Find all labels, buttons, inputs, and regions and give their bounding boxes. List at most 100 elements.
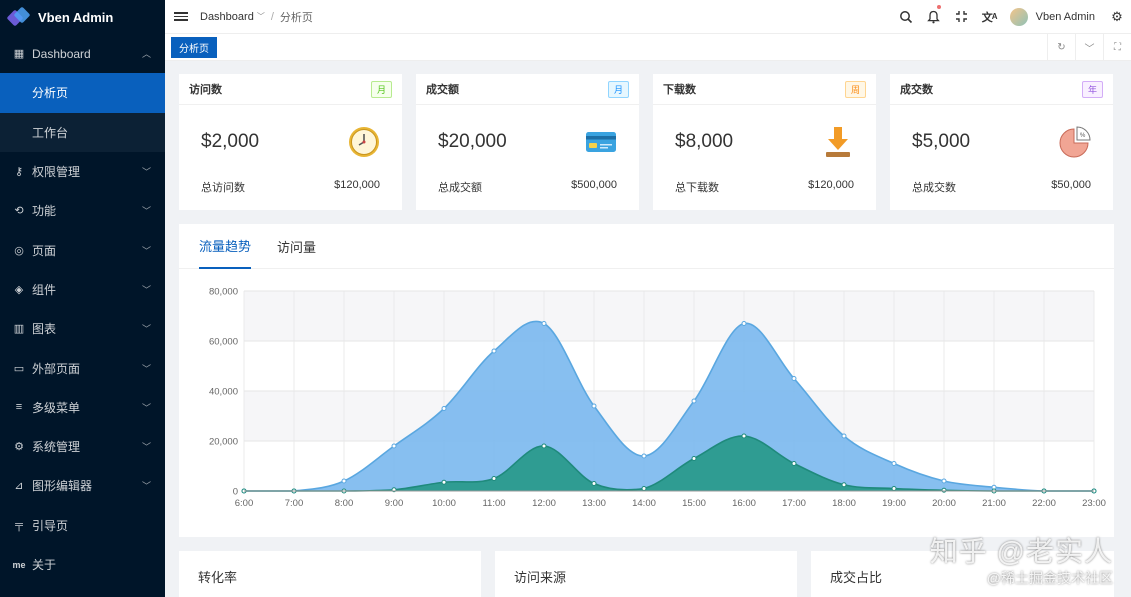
x-tick-label: 6:00	[235, 498, 254, 509]
download-icon	[822, 126, 854, 158]
sidebar-item-component[interactable]: ◈ 组件 ﹀	[0, 270, 165, 309]
sidebar-item-about[interactable]: me 关于	[0, 545, 165, 584]
data-point	[791, 461, 797, 466]
sidebar-item-system[interactable]: ⚙ 系统管理 ﹀	[0, 427, 165, 466]
sidebar-item-label: 引导页	[32, 518, 69, 533]
data-point	[741, 433, 747, 439]
card-foot-label: 总下载数	[675, 182, 719, 194]
me-icon: me	[12, 559, 26, 570]
translate-icon[interactable]: 文A	[976, 0, 1004, 34]
sidebar-item-label: 图形编辑器	[32, 479, 93, 494]
stat-card-downloads: 下载数 周 $8,000 总下载数 $120,000	[653, 74, 876, 210]
data-point	[541, 443, 547, 449]
sidebar-item-label: 外部页面	[32, 361, 81, 376]
gear-icon: ⚙	[14, 441, 24, 454]
tab-visits[interactable]: 访问量	[277, 224, 316, 269]
data-point	[591, 481, 597, 486]
card-title: 下载数	[663, 84, 696, 96]
data-point	[891, 486, 897, 491]
card-title: 访问数	[189, 84, 222, 96]
y-tick-label: 20,000	[209, 437, 238, 448]
user-name[interactable]: Vben Admin	[1036, 11, 1095, 23]
card-value: $20,000	[438, 131, 507, 152]
sidebar-item-guide[interactable]: ╤ 引导页	[0, 506, 165, 545]
sidebar-item-function[interactable]: ⟲ 功能 ﹀	[0, 191, 165, 230]
chevron-down-icon[interactable]: ﹀	[257, 11, 265, 22]
sidebar-item-chart[interactable]: ▥ 图表 ﹀	[0, 309, 165, 348]
chart-edit-icon: ⊿	[14, 480, 24, 493]
data-point	[841, 482, 847, 488]
x-tick-label: 7:00	[285, 498, 304, 509]
chevron-down-icon: ﹀	[141, 363, 151, 374]
pie-icon: %	[1059, 126, 1091, 158]
sidebar-item-page[interactable]: ◎ 页面 ﹀	[0, 230, 165, 269]
sidebar-item-workbench[interactable]: 工作台	[0, 113, 165, 152]
card-foot-label: 总成交额	[438, 182, 482, 194]
sidebar-item-label: 多级菜单	[32, 400, 81, 415]
data-point	[741, 321, 747, 326]
data-point	[391, 443, 397, 449]
search-icon[interactable]	[892, 0, 920, 34]
sidebar-item-dashboard[interactable]: ▦ Dashboard ︿	[0, 34, 165, 73]
fullscreen-icon[interactable]	[948, 0, 976, 34]
plot-band	[244, 341, 1094, 391]
chevron-down-icon[interactable]: ﹀	[1075, 33, 1103, 61]
avatar[interactable]	[1009, 7, 1028, 26]
card-title: 访问来源	[514, 570, 567, 585]
sidebar-item-label: 关于	[32, 558, 57, 572]
chevron-down-icon: ﹀	[141, 206, 151, 217]
traffic-chart-card: 流量趋势 访问量 0 20,000 40,000 60,000 80,000 6:00 7:…	[179, 224, 1114, 537]
page-icon: ◎	[14, 244, 24, 257]
data-point	[591, 403, 597, 409]
x-tick-label: 23:00	[1082, 498, 1106, 509]
card-foot-label: 总成交数	[912, 182, 956, 194]
chart-icon: ▥	[13, 323, 25, 336]
watermark-line1: 知乎 @老实人	[929, 536, 1113, 567]
plot-band	[244, 291, 1094, 341]
dashboard-icon: ▦	[13, 48, 25, 61]
sidebar-item-label: 功能	[32, 204, 57, 219]
tab-analysis[interactable]: 分析页	[171, 36, 217, 58]
watermark-line2: @稀土掘金技术社区	[986, 570, 1113, 586]
sidebar-item-permission[interactable]: ⚷ 权限管理 ﹀	[0, 152, 165, 191]
breadcrumb-item-dashboard[interactable]: Dashboard	[200, 11, 254, 23]
x-tick-label: 8:00	[335, 498, 354, 509]
sidebar-item-analysis[interactable]: 分析页	[0, 73, 165, 113]
card-foot-value: $120,000	[808, 179, 854, 191]
app-logo[interactable]: Vben Admin	[0, 0, 165, 34]
data-point	[441, 406, 447, 411]
menu-fold-icon[interactable]	[174, 12, 188, 21]
sidebar-submenu: 分析页 工作台	[0, 73, 165, 152]
period-badge: 年	[1081, 80, 1103, 98]
watermark: 知乎 @老实人 @稀土掘金技术社区	[930, 530, 1113, 588]
tab-traffic-trend[interactable]: 流量趋势	[199, 224, 252, 269]
sidebar-item-label: 页面	[32, 243, 57, 258]
breadcrumb: Dashboard ﹀ / 分析页	[200, 9, 313, 25]
sidebar-item-external[interactable]: ▭ 外部页面 ﹀	[0, 348, 165, 387]
x-tick-label: 10:00	[432, 498, 456, 509]
chevron-down-icon: ﹀	[141, 442, 151, 453]
data-point	[441, 479, 447, 485]
period-badge: 月	[370, 80, 392, 98]
x-tick-label: 17:00	[782, 498, 806, 509]
data-point	[691, 456, 697, 461]
x-tick-label: 22:00	[1032, 498, 1056, 509]
data-point	[641, 453, 647, 459]
fold-icon[interactable]: ⛶	[1103, 33, 1131, 61]
bell-icon[interactable]	[920, 0, 948, 34]
monitor-icon: ▭	[13, 362, 25, 375]
conversion-card: 转化率	[179, 551, 481, 597]
card-foot-value: $120,000	[334, 179, 380, 191]
card-value: $2,000	[201, 131, 260, 152]
data-point	[491, 476, 497, 481]
notification-dot	[936, 4, 941, 9]
data-point	[941, 478, 947, 484]
refresh-icon[interactable]: ↻	[1047, 33, 1075, 61]
sidebar-item-multilevel[interactable]: ≡ 多级菜单 ﹀	[0, 388, 165, 427]
x-tick-label: 16:00	[732, 498, 756, 509]
card-value: $8,000	[675, 131, 734, 152]
function-icon: ⟲	[14, 205, 24, 218]
key-icon: ⚷	[14, 166, 24, 179]
settings-icon[interactable]: ⚙	[1103, 0, 1131, 34]
sidebar-item-graph-editor[interactable]: ⊿ 图形编辑器 ﹀	[0, 466, 165, 505]
